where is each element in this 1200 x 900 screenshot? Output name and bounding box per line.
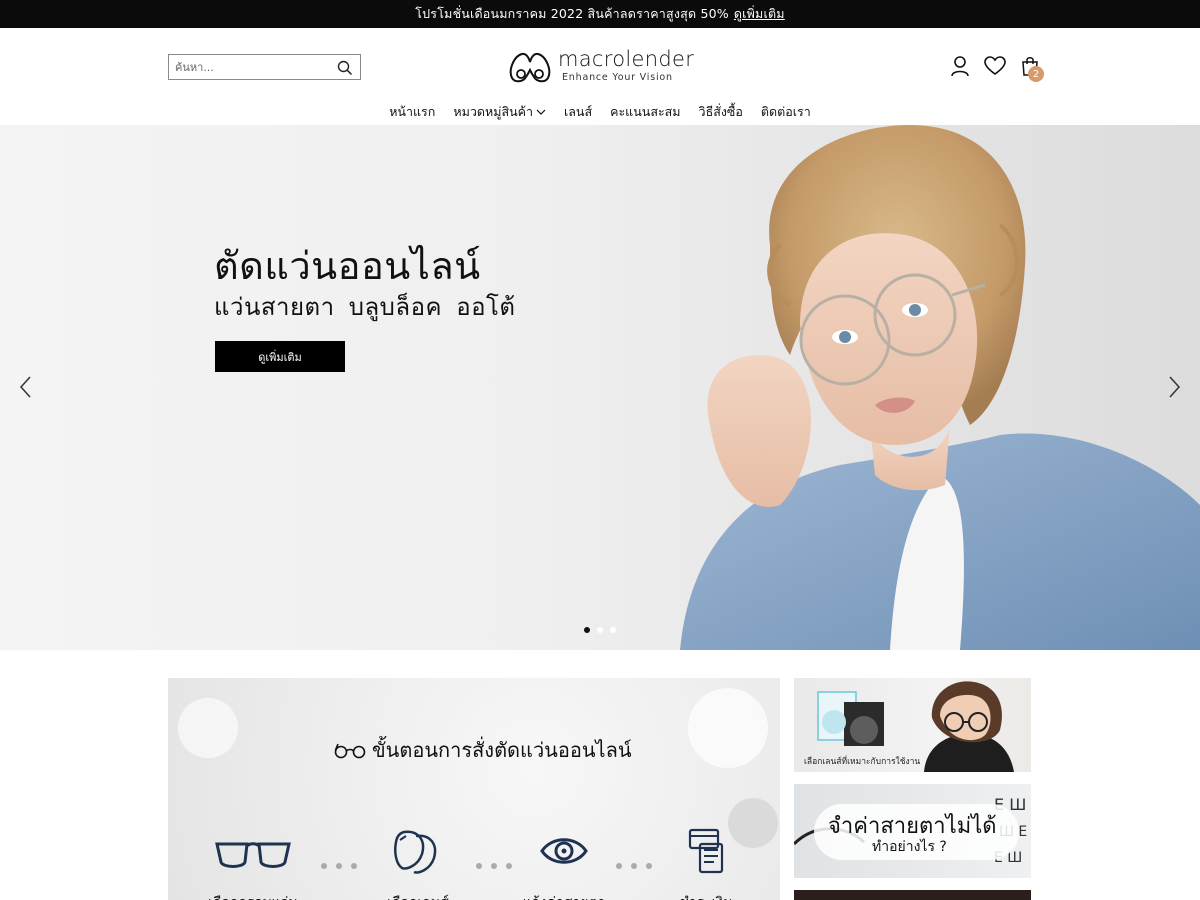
eye-icon xyxy=(540,838,588,864)
nav-home-label: หน้าแรก xyxy=(389,104,436,119)
cart-button[interactable]: 2 xyxy=(1020,55,1044,82)
bokeh-decoration xyxy=(688,688,768,768)
cart-count-badge: 2 xyxy=(1028,66,1044,82)
step-choose-frame[interactable]: เลือกกรอบแว่น xyxy=(198,828,308,900)
search-icon[interactable] xyxy=(337,60,353,76)
slider-prev-arrow-icon[interactable] xyxy=(18,375,34,399)
step-separator xyxy=(321,863,357,869)
payment-card-icon xyxy=(688,828,724,874)
slider-dot-3[interactable] xyxy=(610,627,616,633)
promo-text: โปรโมชั่นเดือนมกราคม 2022 สินค้าลดราคาสู… xyxy=(415,6,729,21)
site-logo[interactable]: macrolender Enhance Your Vision xyxy=(508,46,698,86)
nav-points[interactable]: คะแนนสะสม xyxy=(610,102,680,122)
slider-dots xyxy=(584,627,616,633)
step-separator xyxy=(476,863,512,869)
bokeh-decoration xyxy=(178,698,238,758)
lens-icon xyxy=(394,830,437,874)
nav-how-to-order[interactable]: วิธีสั่งซื้อ xyxy=(699,102,743,122)
lens-guide-caption: เลือกเลนส์ที่เหมาะกับการใช้งาน xyxy=(804,757,921,767)
hero-model-photo xyxy=(680,125,1200,650)
nav-how-to-order-label: วิธีสั่งซื้อ xyxy=(698,104,743,119)
forgot-prescription-card[interactable]: E Ш Ш E E Ш จำค่าสายตาไม่ได้ ทำอย่างไร ? xyxy=(794,784,1031,878)
slider-dot-2[interactable] xyxy=(597,627,603,633)
eyeglass-frame-icon xyxy=(215,842,291,868)
nav-home[interactable]: หน้าแรก xyxy=(389,102,435,122)
steps-title-text: ขั้นตอนการสั่งตัดแว่นออนไลน์ xyxy=(372,738,632,762)
account-icon[interactable] xyxy=(950,55,970,77)
search-input[interactable] xyxy=(175,60,325,74)
slider-dot-1[interactable] xyxy=(584,627,590,633)
logo-tagline: Enhance Your Vision xyxy=(562,72,673,84)
hero-subtitle: แว่นสายตา บลูบล็อค ออโต้ xyxy=(214,293,516,321)
chevron-down-icon xyxy=(536,109,546,115)
logo-mark-icon xyxy=(509,52,551,83)
hero-more-button[interactable]: ดูเพิ่มเติม xyxy=(215,341,345,372)
lens-guide-card[interactable]: เลือกเลนส์ที่เหมาะกับการใช้งาน xyxy=(794,678,1031,772)
step-choose-frame-label: เลือกกรอบแว่น xyxy=(198,892,308,900)
nav-points-label: คะแนนสะสม xyxy=(610,104,681,119)
step-payment-label: ชำระเงิน xyxy=(651,892,761,900)
nav-contact-label: ติดต่อเรา xyxy=(760,104,811,119)
nav-categories[interactable]: หมวดหมู่สินค้า xyxy=(453,102,546,122)
forgot-prescription-subtitle: ทำอย่างไร ? xyxy=(872,839,947,855)
third-promo-card[interactable] xyxy=(794,890,1031,900)
search-box xyxy=(168,54,361,80)
step-choose-lens[interactable]: เลือกเลนส์ xyxy=(363,828,473,900)
step-choose-lens-label: เลือกเลนส์ xyxy=(363,892,473,900)
logo-name: macrolender xyxy=(558,47,695,72)
hero-slider: ตัดแว่นออนไลน์ แว่นสายตา บลูบล็อค ออโต้ … xyxy=(0,125,1200,650)
steps-title: ขั้นตอนการสั่งตัดแว่นออนไลน์ xyxy=(334,734,632,766)
main-nav: หน้าแรก หมวดหมู่สินค้า เลนส์ คะแนนสะสม ว… xyxy=(0,102,1200,122)
order-steps-panel: ขั้นตอนการสั่งตัดแว่นออนไลน์ เลือกกรอบแว… xyxy=(168,678,780,900)
glasses-icon xyxy=(334,743,366,759)
step-separator xyxy=(616,863,652,869)
promo-more-link[interactable]: ดูเพิ่มเติม xyxy=(734,4,785,24)
slider-next-arrow-icon[interactable] xyxy=(1166,375,1182,399)
wishlist-heart-icon[interactable] xyxy=(984,55,1006,77)
header-icons: 2 xyxy=(950,52,1044,82)
nav-lenses-label: เลนส์ xyxy=(564,104,593,119)
step-enter-prescription-label: แจ้งค่าสายตา xyxy=(509,892,619,900)
step-payment[interactable]: ชำระเงิน xyxy=(651,828,761,900)
nav-categories-label: หมวดหมู่สินค้า xyxy=(453,104,533,119)
nav-contact[interactable]: ติดต่อเรา xyxy=(761,102,811,122)
site-header: macrolender Enhance Your Vision 2 หน้าแร… xyxy=(0,28,1200,125)
step-enter-prescription[interactable]: แจ้งค่าสายตา xyxy=(509,828,619,900)
nav-lenses[interactable]: เลนส์ xyxy=(564,102,592,122)
promo-bar: โปรโมชั่นเดือนมกราคม 2022 สินค้าลดราคาสู… xyxy=(0,0,1200,28)
